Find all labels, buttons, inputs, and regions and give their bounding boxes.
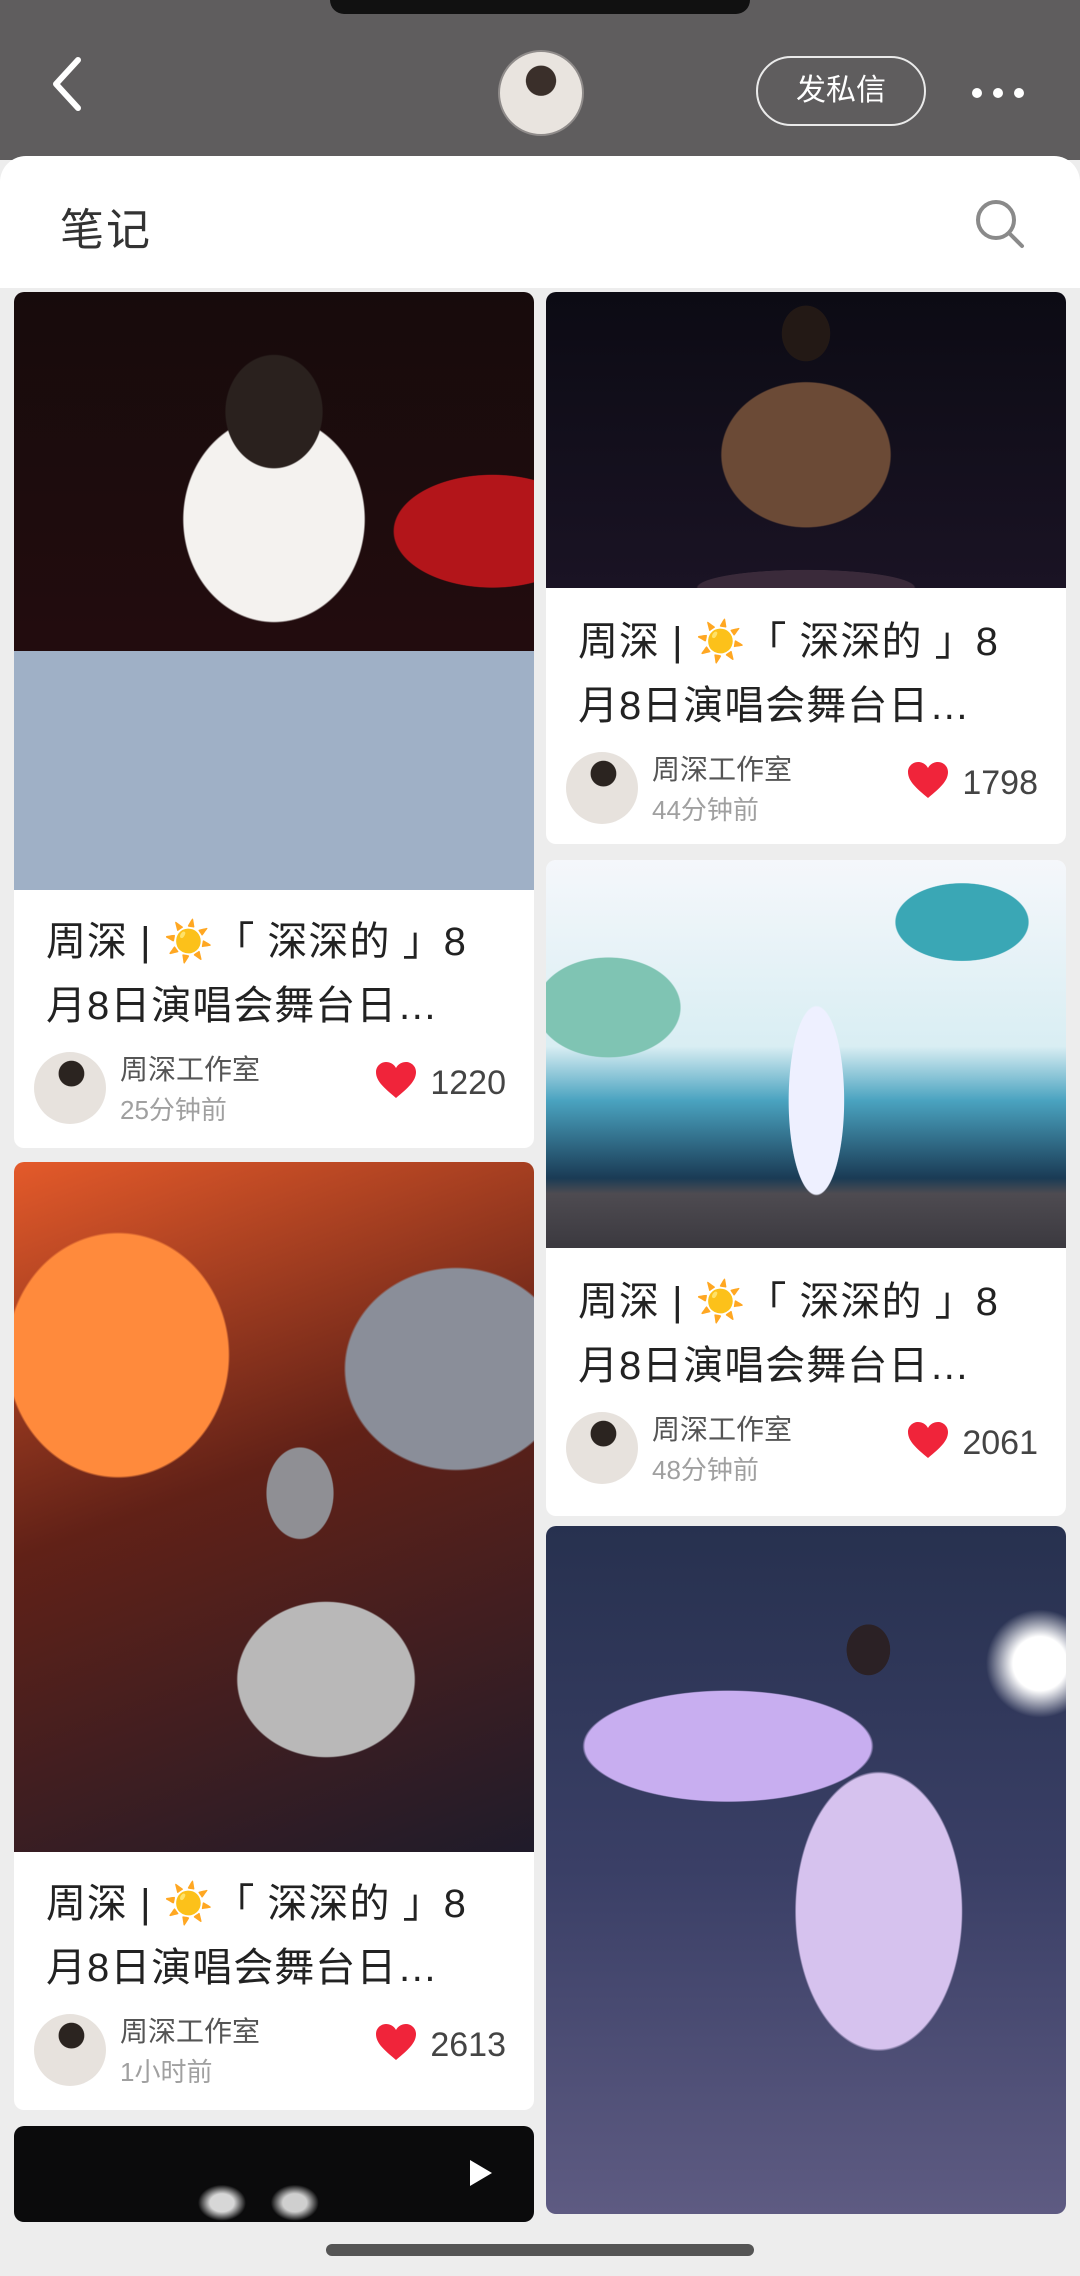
note-title: 周深 | ☀️「 深深的 」8 月8日演唱会舞台日… xyxy=(46,910,506,1038)
note-card[interactable] xyxy=(546,1526,1066,2214)
note-title: 周深 | ☀️「 深深的 」8 月8日演唱会舞台日… xyxy=(578,1270,1038,1398)
heart-icon xyxy=(376,2024,417,2060)
search-button[interactable] xyxy=(972,196,1028,252)
heart-icon xyxy=(376,1062,417,1098)
note-title: 周深 | ☀️「 深深的 」8 月8日演唱会舞台日… xyxy=(46,1872,506,2000)
note-cover-image xyxy=(546,1526,1066,2214)
post-time: 44分钟前 xyxy=(652,795,759,825)
back-button[interactable] xyxy=(42,52,98,116)
author-avatar[interactable] xyxy=(34,1052,106,1124)
author-avatar[interactable] xyxy=(34,2014,106,2086)
like-count: 1798 xyxy=(962,764,1038,802)
note-cover-image xyxy=(546,292,1066,588)
play-icon xyxy=(454,2148,504,2198)
top-bar: 发私信 xyxy=(0,0,1080,160)
heart-icon xyxy=(908,762,949,798)
author-avatar[interactable] xyxy=(566,752,638,824)
like-button[interactable]: 2061 xyxy=(906,1420,1038,1464)
note-title: 周深 | ☀️「 深深的 」8 月8日演唱会舞台日… xyxy=(578,610,1038,738)
post-time: 1小时前 xyxy=(120,2057,213,2087)
send-message-button[interactable]: 发私信 xyxy=(756,56,926,126)
author-name[interactable]: 周深工作室 xyxy=(120,1048,260,1088)
author-name[interactable]: 周深工作室 xyxy=(120,2010,260,2050)
note-title-line2: 月8日演唱会舞台日… xyxy=(578,1344,971,1388)
more-button[interactable] xyxy=(966,72,1030,112)
more-dots-icon xyxy=(972,88,982,98)
note-cover-image xyxy=(14,1162,534,1852)
heart-icon xyxy=(908,1422,949,1458)
note-cover-image xyxy=(14,292,534,890)
phone-notch xyxy=(330,0,750,14)
profile-avatar[interactable] xyxy=(498,50,584,136)
search-icon xyxy=(976,200,1024,248)
note-card[interactable]: 周深 | ☀️「 深深的 」8 月8日演唱会舞台日… 周深工作室 44分钟前 1… xyxy=(546,292,1066,844)
note-card[interactable]: 周深 | ☀️「 深深的 」8 月8日演唱会舞台日… 周深工作室 48分钟前 2… xyxy=(546,860,1066,1516)
note-card[interactable]: 周深 | ☀️「 深深的 」8 月8日演唱会舞台日… 周深工作室 25分钟前 1… xyxy=(14,292,534,1148)
note-title-line2: 月8日演唱会舞台日… xyxy=(46,984,439,1028)
like-count: 2061 xyxy=(962,1424,1038,1462)
note-card[interactable]: 周深 | ☀️「 深深的 」8 月8日演唱会舞台日… 周深工作室 1小时前 26… xyxy=(14,1162,534,2110)
home-indicator[interactable] xyxy=(326,2244,754,2256)
note-title-line1: 周深 | ☀️「 深深的 」8 xyxy=(578,1280,999,1324)
section-title: 笔记 xyxy=(60,206,152,255)
note-title-line1: 周深 | ☀️「 深深的 」8 xyxy=(46,920,467,964)
like-button[interactable]: 1220 xyxy=(374,1060,506,1104)
note-title-line2: 月8日演唱会舞台日… xyxy=(578,684,971,728)
note-cover-image xyxy=(546,860,1066,1248)
post-time: 48分钟前 xyxy=(652,1455,759,1485)
note-title-line2: 月8日演唱会舞台日… xyxy=(46,1946,439,1990)
author-name[interactable]: 周深工作室 xyxy=(652,1408,792,1448)
notes-header: 笔记 xyxy=(0,156,1080,288)
like-button[interactable]: 1798 xyxy=(906,760,1038,804)
note-card-video[interactable] xyxy=(14,2126,534,2222)
post-time: 25分钟前 xyxy=(120,1095,227,1125)
author-name[interactable]: 周深工作室 xyxy=(652,748,792,788)
like-count: 1220 xyxy=(430,1064,506,1102)
author-avatar[interactable] xyxy=(566,1412,638,1484)
note-title-line1: 周深 | ☀️「 深深的 」8 xyxy=(578,620,999,664)
like-button[interactable]: 2613 xyxy=(374,2022,506,2066)
chevron-left-icon xyxy=(53,57,81,111)
note-title-line1: 周深 | ☀️「 深深的 」8 xyxy=(46,1882,467,1926)
like-count: 2613 xyxy=(430,2026,506,2064)
